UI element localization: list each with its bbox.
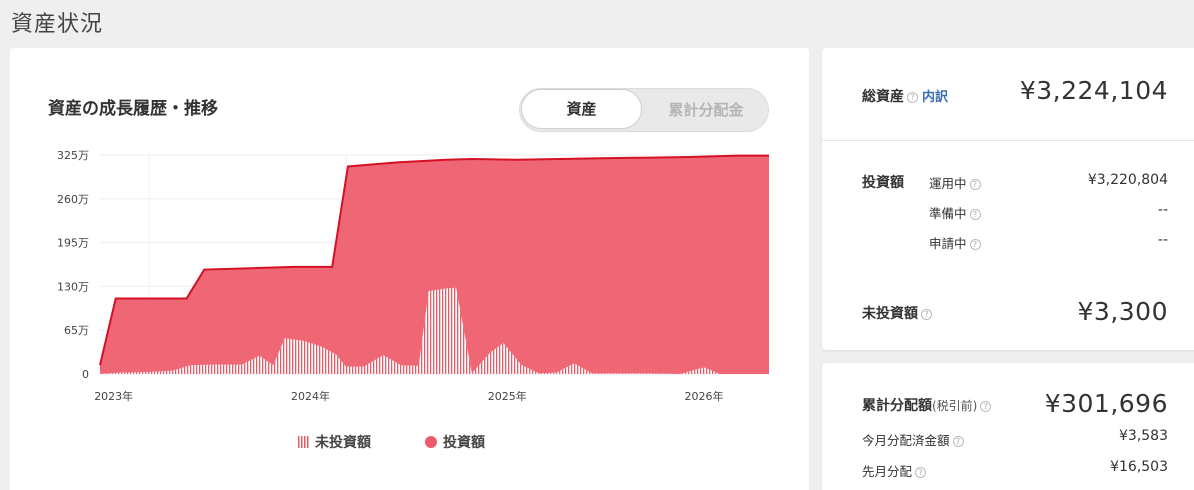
this-month-distribution-label: 今月分配済金額? — [862, 430, 964, 449]
divider — [822, 140, 1194, 141]
asset-area-chart: 0 65万 130万 195万 260万 325万 2023年 2024年 2025年 2026… — [57, 149, 769, 403]
help-icon[interactable]: ? — [969, 239, 981, 250]
distribution-card: 累計分配額(税引前)? ¥301,696 今月分配済金額? ¥3,583 先月分… — [822, 363, 1194, 490]
y-tick-label: 0 — [82, 368, 89, 381]
last-month-distribution-value: ¥16,503 — [1110, 459, 1168, 475]
uninvested-value: ¥3,300 — [1077, 297, 1168, 326]
help-icon[interactable]: ? — [907, 92, 918, 103]
legend-label-invested: 投資額 — [443, 435, 485, 451]
preparing-label: 準備中? — [929, 203, 981, 222]
operating-value: ¥3,220,804 — [1087, 172, 1168, 188]
operating-label: 運用中? — [929, 173, 981, 192]
help-icon[interactable]: ? — [980, 401, 992, 412]
x-tick-label: 2025年 — [488, 389, 527, 403]
help-icon[interactable]: ? — [952, 436, 964, 447]
total-assets-label: 総資産? 内訳 — [862, 89, 949, 105]
x-tick-label: 2023年 — [94, 389, 133, 403]
y-tick-label: 130万 — [57, 280, 89, 293]
applying-value: -- — [1157, 232, 1168, 248]
last-month-distribution-label: 先月分配? — [862, 461, 927, 480]
invested-label: 投資額 — [862, 175, 904, 191]
applying-label: 申請中? — [929, 233, 981, 252]
help-icon[interactable]: ? — [969, 179, 981, 190]
uninvested-label: 未投資額? — [862, 303, 932, 323]
breakdown-link[interactable]: 内訳 — [922, 90, 948, 105]
y-tick-label: 65万 — [64, 324, 89, 337]
legend-item-invested[interactable]: 投資額 — [425, 432, 485, 452]
dot-swatch-icon — [425, 436, 437, 448]
y-tick-label: 325万 — [57, 149, 89, 162]
legend-label-uninvested: 未投資額 — [315, 435, 371, 451]
preparing-value: -- — [1157, 202, 1168, 218]
hatch-swatch-icon — [298, 436, 309, 448]
chart-legend: 未投資額 投資額 — [298, 432, 485, 452]
x-tick-label: 2024年 — [291, 389, 330, 403]
page-title: 資産状況 — [11, 12, 104, 37]
y-tick-label: 260万 — [57, 193, 89, 206]
legend-item-uninvested[interactable]: 未投資額 — [298, 432, 371, 452]
x-tick-label: 2026年 — [684, 389, 723, 403]
asset-summary-card: 総資産? 内訳 ¥3,224,104 投資額 運用中? ¥3,220,804 準備… — [822, 48, 1194, 350]
y-tick-label: 195万 — [57, 237, 89, 250]
help-icon[interactable]: ? — [921, 309, 932, 320]
total-assets-value: ¥3,224,104 — [1019, 76, 1168, 105]
this-month-distribution-value: ¥3,583 — [1119, 428, 1168, 444]
help-icon[interactable]: ? — [969, 209, 981, 220]
help-icon[interactable]: ? — [915, 467, 927, 478]
cumulative-distribution-label: 累計分配額(税引前)? — [862, 395, 992, 415]
asset-growth-card: 資産の成長履歴・推移 資産 累計分配金 0 65万 130万 195万 260万 325万… — [10, 48, 809, 490]
cumulative-distribution-value: ¥301,696 — [1044, 389, 1168, 418]
